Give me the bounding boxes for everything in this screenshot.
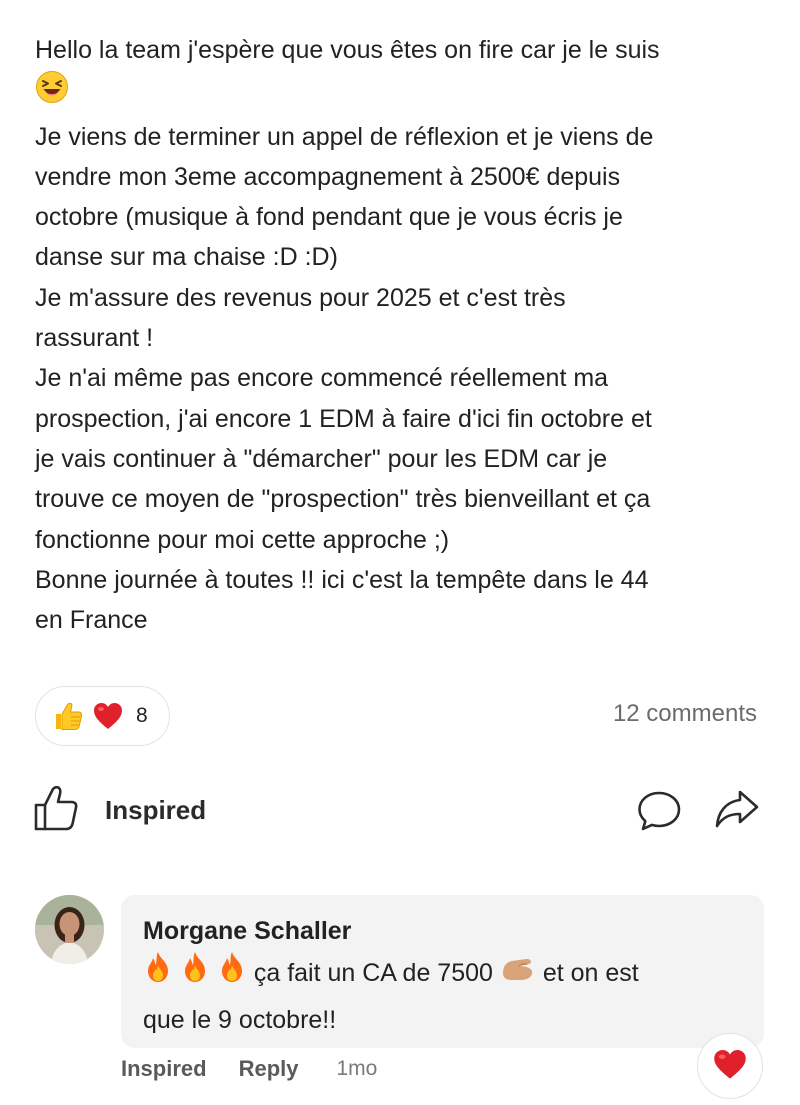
red-heart-emoji-icon	[90, 698, 126, 734]
post-line: danse sur ma chaise :D :D)	[35, 243, 338, 272]
post-line: Bonne journée à toutes !! ici c'est la t…	[35, 565, 649, 594]
reactions-summary[interactable]: 8	[35, 686, 170, 746]
comment-author[interactable]: Morgane Schaller	[143, 915, 742, 947]
post-line: octobre (musique à fond pendant que je v…	[35, 203, 623, 232]
post-line: prospection, j'ai encore 1 EDM à faire d…	[35, 404, 652, 433]
comments-count-link[interactable]: 12 comments	[613, 700, 757, 728]
post-line: rassurant !	[35, 324, 154, 353]
post-line-emoji	[35, 70, 765, 116]
thumbs-up-icon	[33, 784, 79, 837]
post-line: vendre mon 3eme accompagnement à 2500€ d…	[35, 162, 621, 191]
comment-timestamp: 1mo	[336, 1057, 378, 1080]
comment-bubble: Morgane Schaller ça fait un CA de 7500 e…	[121, 895, 764, 1048]
post-page: Hello la team j'espère que vous êtes on …	[0, 0, 800, 1105]
fire-emoji-icon	[217, 951, 247, 998]
comment-reply-button[interactable]: Reply	[239, 1056, 299, 1082]
comment-icon[interactable]	[637, 790, 683, 837]
inspired-button[interactable]: Inspired	[33, 784, 206, 837]
post-line: Hello la team j'espère que vous êtes on …	[35, 36, 660, 64]
reaction-count: 8	[136, 704, 148, 727]
post-body: Hello la team j'espère que vous êtes on …	[35, 30, 765, 640]
comment-meta: Inspired Reply 1mo	[121, 1056, 377, 1082]
commenter-avatar[interactable]	[35, 895, 104, 964]
fire-emoji-icon	[143, 951, 173, 998]
fire-emoji-icon	[180, 951, 210, 998]
pinching-hand-emoji-icon	[500, 951, 536, 998]
post-line: trouve ce moyen de "prospection" très bi…	[35, 485, 651, 514]
comment-text-line2: que le 9 octobre!!	[143, 1006, 337, 1034]
post-line: Je viens de terminer un appel de réflexi…	[35, 122, 654, 151]
comment-inspired-button[interactable]: Inspired	[121, 1056, 207, 1082]
comment-text: ça fait un CA de 7500 et on est que le 9…	[143, 951, 742, 1043]
post-line: en France	[35, 606, 148, 635]
comment-text-part2: et on est	[542, 959, 639, 988]
laughing-emoji-icon	[35, 70, 69, 116]
post-line: je vais continuer à "démarcher" pour les…	[35, 444, 608, 473]
comment-heart-reaction[interactable]	[697, 1033, 763, 1099]
post-line: fonctionne pour moi cette approche ;)	[35, 525, 450, 554]
thumbs-up-emoji-icon	[50, 698, 86, 734]
post-action-bar: Inspired	[0, 778, 800, 842]
inspired-label: Inspired	[105, 795, 207, 825]
post-line: Je n'ai même pas encore commencé réellem…	[35, 364, 609, 393]
red-heart-emoji-icon	[712, 1047, 748, 1086]
comment-text-part1: ça fait un CA de 7500	[253, 959, 493, 988]
share-icon[interactable]	[714, 788, 760, 837]
post-line: Je m'assure des revenus pour 2025 et c'e…	[35, 283, 566, 312]
